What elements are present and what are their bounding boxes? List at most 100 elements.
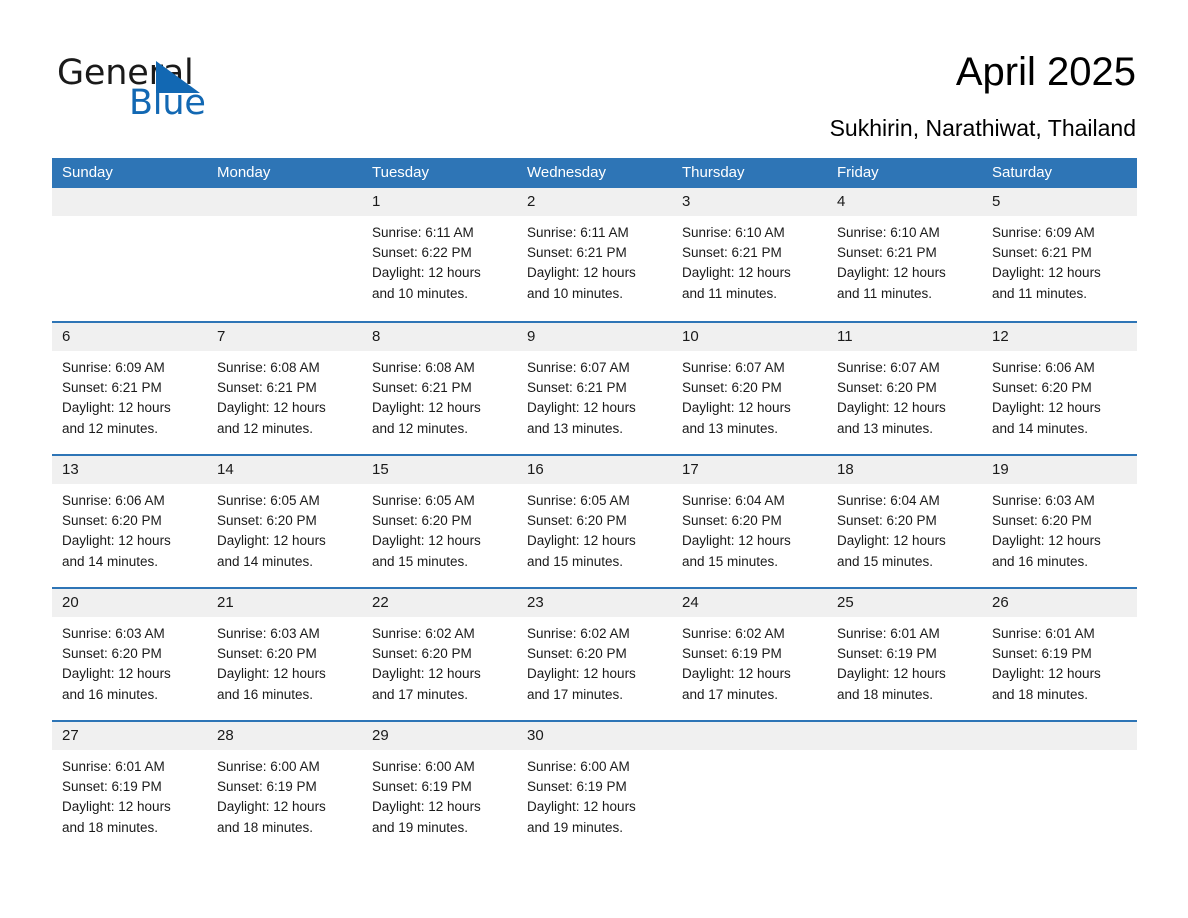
calendar-day-cell[interactable]: 16 Sunrise: 6:05 AM Sunset: 6:20 PM Dayligh… <box>517 456 672 587</box>
calendar-day-cell[interactable]: 19 Sunrise: 6:03 AM Sunset: 6:20 PM Dayligh… <box>982 456 1137 587</box>
day-number: 30 <box>527 727 544 744</box>
weekday-header-thursday: Thursday <box>682 164 745 181</box>
daylight-text: Daylight: 12 hours and 11 minutes. <box>682 265 791 301</box>
sunrise-text: Sunrise: 6:01 AM <box>837 626 940 641</box>
day-number: 10 <box>682 328 699 345</box>
sunrise-text: Sunrise: 6:02 AM <box>372 626 475 641</box>
sunrise-text: Sunrise: 6:10 AM <box>837 225 940 240</box>
sunset-text: Sunset: 6:19 PM <box>527 779 627 795</box>
sunrise-text: Sunrise: 6:11 AM <box>527 225 629 240</box>
day-number: 23 <box>527 594 544 611</box>
calendar-day-cell[interactable]: 2 Sunrise: 6:11 AM Sunset: 6:21 PM Daylight… <box>517 188 672 321</box>
calendar-day-cell[interactable]: 21 Sunrise: 6:03 AM Sunset: 6:20 PM Dayligh… <box>207 589 362 720</box>
weekday-header-tuesday: Tuesday <box>372 164 429 181</box>
day-number: 7 <box>217 328 226 345</box>
day-number: 5 <box>992 193 1001 210</box>
sunset-text: Sunset: 6:21 PM <box>62 380 162 396</box>
page-title: April 2025 <box>955 50 1136 94</box>
sunrise-text: Sunrise: 6:08 AM <box>217 360 320 375</box>
calendar-week-row: 6 Sunrise: 6:09 AM Sunset: 6:21 PM Daylight… <box>52 321 1137 454</box>
calendar-day-cell-empty <box>672 722 827 853</box>
calendar-day-cell[interactable]: 10 Sunrise: 6:07 AM Sunset: 6:20 PM Dayligh… <box>672 323 827 454</box>
calendar-day-cell[interactable]: 8 Sunrise: 6:08 AM Sunset: 6:21 PM Daylight… <box>362 323 517 454</box>
day-details: Sunrise: 6:05 AM Sunset: 6:20 PM Daylight:… <box>207 484 362 572</box>
day-number-band: 13 <box>52 456 207 484</box>
calendar-day-cell[interactable]: 26 Sunrise: 6:01 AM Sunset: 6:19 PM Dayligh… <box>982 589 1137 720</box>
weekday-header-wednesday: Wednesday <box>527 164 606 181</box>
daylight-text: Daylight: 12 hours and 15 minutes. <box>682 533 791 569</box>
calendar-day-cell[interactable]: 5 Sunrise: 6:09 AM Sunset: 6:21 PM Daylight… <box>982 188 1137 321</box>
day-details: Sunrise: 6:07 AM Sunset: 6:20 PM Daylight:… <box>672 351 827 439</box>
day-number-band: 5 <box>982 188 1137 216</box>
calendar-day-cell[interactable]: 22 Sunrise: 6:02 AM Sunset: 6:20 PM Dayligh… <box>362 589 517 720</box>
day-number-band: 12 <box>982 323 1137 351</box>
calendar-week-row: 20 Sunrise: 6:03 AM Sunset: 6:20 PM Dayligh… <box>52 587 1137 720</box>
day-number-band <box>207 188 362 216</box>
daylight-text: Daylight: 12 hours and 13 minutes. <box>527 400 636 436</box>
daylight-text: Daylight: 12 hours and 18 minutes. <box>992 666 1101 702</box>
day-details: Sunrise: 6:11 AM Sunset: 6:22 PM Daylight:… <box>362 216 517 304</box>
day-number: 24 <box>682 594 699 611</box>
calendar-day-cell[interactable]: 25 Sunrise: 6:01 AM Sunset: 6:19 PM Dayligh… <box>827 589 982 720</box>
calendar-day-cell[interactable]: 11 Sunrise: 6:07 AM Sunset: 6:20 PM Dayligh… <box>827 323 982 454</box>
calendar-day-cell-empty <box>827 722 982 853</box>
sunrise-text: Sunrise: 6:06 AM <box>62 493 165 508</box>
calendar-day-cell[interactable]: 17 Sunrise: 6:04 AM Sunset: 6:20 PM Dayligh… <box>672 456 827 587</box>
calendar-day-cell[interactable]: 27 Sunrise: 6:01 AM Sunset: 6:19 PM Dayligh… <box>52 722 207 853</box>
calendar-day-cell[interactable]: 18 Sunrise: 6:04 AM Sunset: 6:20 PM Dayligh… <box>827 456 982 587</box>
calendar-day-cell[interactable]: 6 Sunrise: 6:09 AM Sunset: 6:21 PM Daylight… <box>52 323 207 454</box>
calendar-day-cell[interactable]: 1 Sunrise: 6:11 AM Sunset: 6:22 PM Daylight… <box>362 188 517 321</box>
sunset-text: Sunset: 6:21 PM <box>527 380 627 396</box>
calendar-day-cell[interactable]: 30 Sunrise: 6:00 AM Sunset: 6:19 PM Dayligh… <box>517 722 672 853</box>
day-number: 11 <box>837 328 853 345</box>
day-details: Sunrise: 6:09 AM Sunset: 6:21 PM Daylight:… <box>52 351 207 439</box>
day-number: 2 <box>527 193 536 210</box>
calendar-day-cell[interactable]: 3 Sunrise: 6:10 AM Sunset: 6:21 PM Daylight… <box>672 188 827 321</box>
sunrise-text: Sunrise: 6:00 AM <box>527 759 630 774</box>
day-number-band: 9 <box>517 323 672 351</box>
sunrise-text: Sunrise: 6:04 AM <box>837 493 940 508</box>
sunrise-text: Sunrise: 6:04 AM <box>682 493 785 508</box>
page-header: General Blue April 2025 Sukhirin, Narath… <box>0 0 1188 152</box>
calendar-day-cell[interactable]: 23 Sunrise: 6:02 AM Sunset: 6:20 PM Dayligh… <box>517 589 672 720</box>
sunset-text: Sunset: 6:20 PM <box>527 513 627 529</box>
calendar-day-cell[interactable]: 29 Sunrise: 6:00 AM Sunset: 6:19 PM Dayligh… <box>362 722 517 853</box>
day-number-band: 14 <box>207 456 362 484</box>
day-details: Sunrise: 6:06 AM Sunset: 6:20 PM Daylight:… <box>52 484 207 572</box>
sunset-text: Sunset: 6:20 PM <box>837 513 937 529</box>
sunset-text: Sunset: 6:20 PM <box>217 513 317 529</box>
sunrise-text: Sunrise: 6:07 AM <box>837 360 940 375</box>
day-details: Sunrise: 6:10 AM Sunset: 6:21 PM Daylight:… <box>827 216 982 304</box>
calendar-day-cell[interactable]: 14 Sunrise: 6:05 AM Sunset: 6:20 PM Dayligh… <box>207 456 362 587</box>
sunset-text: Sunset: 6:21 PM <box>837 245 937 261</box>
daylight-text: Daylight: 12 hours and 13 minutes. <box>682 400 791 436</box>
calendar-day-cell[interactable]: 7 Sunrise: 6:08 AM Sunset: 6:21 PM Daylight… <box>207 323 362 454</box>
daylight-text: Daylight: 12 hours and 18 minutes. <box>837 666 946 702</box>
calendar-day-cell[interactable]: 13 Sunrise: 6:06 AM Sunset: 6:20 PM Dayligh… <box>52 456 207 587</box>
calendar-day-cell[interactable]: 20 Sunrise: 6:03 AM Sunset: 6:20 PM Dayligh… <box>52 589 207 720</box>
day-number: 4 <box>837 193 846 210</box>
calendar-day-cell[interactable]: 15 Sunrise: 6:05 AM Sunset: 6:20 PM Dayligh… <box>362 456 517 587</box>
calendar-day-cell[interactable]: 24 Sunrise: 6:02 AM Sunset: 6:19 PM Dayligh… <box>672 589 827 720</box>
day-number: 16 <box>527 461 544 478</box>
day-details: Sunrise: 6:06 AM Sunset: 6:20 PM Daylight:… <box>982 351 1137 439</box>
day-number: 27 <box>62 727 79 744</box>
sunrise-text: Sunrise: 6:01 AM <box>62 759 165 774</box>
day-number: 19 <box>992 461 1009 478</box>
sunrise-text: Sunrise: 6:05 AM <box>527 493 630 508</box>
sunrise-text: Sunrise: 6:11 AM <box>372 225 474 240</box>
day-number: 6 <box>62 328 71 345</box>
sunset-text: Sunset: 6:20 PM <box>372 646 472 662</box>
calendar-day-cell[interactable]: 12 Sunrise: 6:06 AM Sunset: 6:20 PM Dayligh… <box>982 323 1137 454</box>
calendar-day-cell[interactable]: 28 Sunrise: 6:00 AM Sunset: 6:19 PM Dayligh… <box>207 722 362 853</box>
day-number: 9 <box>527 328 536 345</box>
day-number-band: 23 <box>517 589 672 617</box>
sunset-text: Sunset: 6:19 PM <box>372 779 472 795</box>
daylight-text: Daylight: 12 hours and 13 minutes. <box>837 400 946 436</box>
sunset-text: Sunset: 6:20 PM <box>992 380 1092 396</box>
sunrise-text: Sunrise: 6:00 AM <box>372 759 475 774</box>
calendar-day-cell[interactable]: 4 Sunrise: 6:10 AM Sunset: 6:21 PM Daylight… <box>827 188 982 321</box>
calendar-day-cell[interactable]: 9 Sunrise: 6:07 AM Sunset: 6:21 PM Daylight… <box>517 323 672 454</box>
day-details: Sunrise: 6:10 AM Sunset: 6:21 PM Daylight:… <box>672 216 827 304</box>
daylight-text: Daylight: 12 hours and 15 minutes. <box>372 533 481 569</box>
